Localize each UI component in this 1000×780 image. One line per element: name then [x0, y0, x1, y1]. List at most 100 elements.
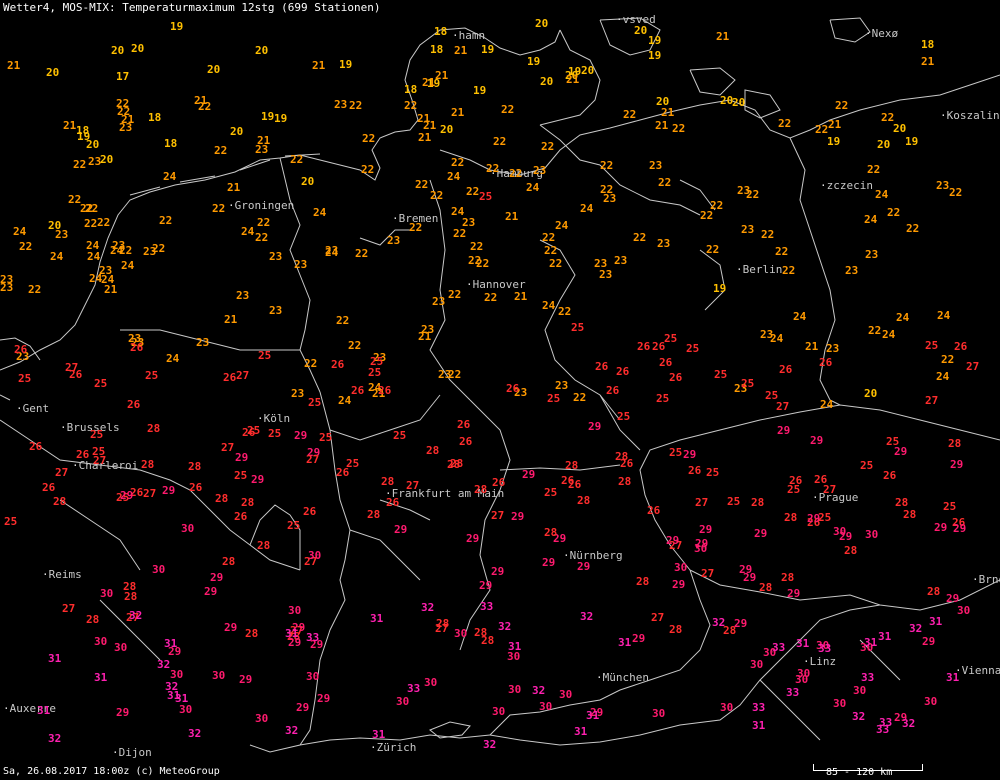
city-label: ·Koszalin — [940, 110, 1000, 122]
station-temperature: 22 — [80, 202, 94, 215]
station-temperature: 30 — [559, 688, 573, 701]
station-temperature: 29 — [666, 534, 680, 547]
station-temperature: 22 — [623, 108, 637, 121]
station-temperature: 23 — [432, 295, 446, 308]
station-temperature: 26 — [457, 418, 471, 431]
station-temperature: 20 — [230, 125, 244, 138]
station-temperature: 28 — [245, 627, 259, 640]
station-temperature: 25 — [571, 321, 585, 334]
city-marker-icon: · — [865, 27, 872, 40]
station-temperature: 22 — [541, 140, 555, 153]
station-temperature: 22 — [453, 227, 467, 240]
border-state-8 — [539, 124, 701, 216]
station-temperature: 28 — [751, 496, 765, 509]
station-temperature: 28 — [222, 555, 236, 568]
city-label: ·Groningen — [228, 200, 294, 212]
station-temperature: 21 — [422, 76, 436, 89]
station-temperature: 27 — [65, 361, 79, 374]
station-temperature: 26 — [595, 360, 609, 373]
station-temperature: 27 — [221, 441, 235, 454]
city-marker-icon: · — [466, 278, 473, 291]
station-temperature: 19 — [648, 34, 662, 47]
city-marker-icon: · — [392, 212, 399, 225]
station-temperature: 29 — [210, 571, 224, 584]
station-temperature: 33 — [818, 642, 832, 655]
station-temperature: 21 — [312, 59, 326, 72]
station-temperature: 28 — [565, 459, 579, 472]
station-temperature: 18 — [164, 137, 178, 150]
station-temperature: 25 — [287, 519, 301, 532]
station-temperature: 25 — [669, 446, 683, 459]
station-temperature: 26 — [386, 496, 400, 509]
station-temperature: 23 — [614, 254, 628, 267]
station-temperature: 26 — [14, 343, 28, 356]
station-temperature: 30 — [674, 561, 688, 574]
station-temperature: 22 — [336, 314, 350, 327]
station-temperature: 27 — [406, 479, 420, 492]
station-temperature: 20 — [732, 96, 746, 109]
city-name: Dijon — [118, 746, 152, 759]
station-temperature: 22 — [348, 339, 362, 352]
station-temperature: 20 — [131, 42, 145, 55]
station-temperature: 22 — [159, 214, 173, 227]
station-temperature: 24 — [13, 225, 27, 238]
station-temperature: 24 — [110, 244, 124, 257]
station-temperature: 30 — [114, 641, 128, 654]
station-temperature: 30 — [694, 542, 708, 555]
station-temperature: 22 — [672, 122, 686, 135]
station-temperature: 21 — [7, 59, 21, 72]
station-temperature: 32 — [580, 610, 594, 623]
station-temperature: 25 — [765, 389, 779, 402]
station-temperature: 26 — [616, 365, 630, 378]
station-temperature: 30 — [750, 658, 764, 671]
station-temperature: 26 — [647, 504, 661, 517]
city-marker-icon: · — [736, 263, 743, 276]
station-temperature: 28 — [618, 475, 632, 488]
station-temperature: 22 — [501, 103, 515, 116]
city-label: ·Zürich — [370, 742, 416, 754]
station-temperature: 25 — [346, 457, 360, 470]
station-temperature: 28 — [844, 544, 858, 557]
border-at — [489, 604, 881, 746]
station-temperature: 30 — [288, 604, 302, 617]
city-marker-icon: · — [596, 671, 603, 684]
station-temperature: 32 — [285, 724, 299, 737]
station-temperature: 24 — [447, 170, 461, 183]
border-state-9 — [359, 229, 410, 246]
station-temperature: 23 — [143, 245, 157, 258]
station-temperature: 24 — [937, 309, 951, 322]
station-temperature: 24 — [166, 352, 180, 365]
station-temperature: 25 — [547, 392, 561, 405]
station-temperature: 23 — [865, 248, 879, 261]
station-temperature: 24 — [50, 250, 64, 263]
station-temperature: 29 — [946, 592, 960, 605]
station-temperature: 22 — [746, 188, 760, 201]
station-temperature: 25 — [706, 466, 720, 479]
scale-bar: 85 - 120 km — [813, 764, 923, 778]
station-temperature: 28 — [124, 590, 138, 603]
station-temperature: 24 — [121, 259, 135, 272]
station-temperature: 22 — [466, 185, 480, 198]
station-temperature: 25 — [94, 377, 108, 390]
station-temperature: 25 — [18, 372, 32, 385]
station-temperature: 28 — [188, 460, 202, 473]
city-marker-icon: · — [452, 29, 459, 42]
city-marker-icon: · — [112, 746, 119, 759]
station-temperature: 28 — [927, 585, 941, 598]
station-temperature: 22 — [544, 244, 558, 257]
station-temperature: 22 — [409, 221, 423, 234]
weather-map: Wetter4, MOS-MIX: Temperaturmaximum 12st… — [0, 0, 1000, 780]
station-temperature: 22 — [430, 189, 444, 202]
station-temperature: 29 — [296, 701, 310, 714]
station-temperature: 28 — [895, 496, 909, 509]
station-temperature: 28 — [781, 571, 795, 584]
city-marker-icon: · — [972, 573, 979, 586]
station-temperature: 28 — [447, 458, 461, 471]
city-label: ·Nexø — [865, 28, 898, 40]
station-temperature: 30 — [957, 604, 971, 617]
station-temperature: 19 — [274, 112, 288, 125]
station-temperature: 29 — [787, 587, 801, 600]
station-temperature: 24 — [526, 181, 540, 194]
station-temperature: 22 — [448, 368, 462, 381]
station-temperature: 23 — [119, 121, 133, 134]
